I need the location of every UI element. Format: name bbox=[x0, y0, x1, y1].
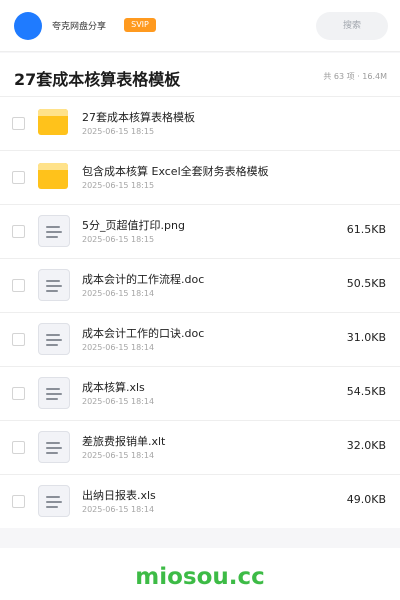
file-list: 27套成本核算表格模板 2025-06-15 18:15 包含成本核算 Exce… bbox=[0, 96, 400, 528]
file-name: 包含成本核算 Excel全套财务表格模板 bbox=[82, 165, 269, 178]
list-item[interactable]: 成本会计的工作流程.doc 2025-06-15 18:14 50.5KB bbox=[0, 258, 400, 312]
file-size: 49.0KB bbox=[346, 493, 386, 506]
checkbox[interactable] bbox=[12, 117, 25, 130]
list-item[interactable]: 5分_页超值打印.png 2025-06-15 18:15 61.5KB bbox=[0, 204, 400, 258]
file-name: 出纳日报表.xls bbox=[82, 489, 156, 502]
avatar[interactable] bbox=[14, 12, 42, 40]
file-icon bbox=[38, 431, 70, 463]
item-count: 共 63 项 · 16.4M bbox=[323, 72, 387, 81]
file-size: 50.5KB bbox=[346, 277, 386, 290]
file-date: 2025-06-15 18:15 bbox=[82, 181, 155, 190]
watermark-text: miosou.cc bbox=[135, 564, 265, 590]
file-icon bbox=[38, 323, 70, 355]
list-item[interactable]: 27套成本核算表格模板 2025-06-15 18:15 bbox=[0, 96, 400, 150]
svip-badge[interactable]: SVIP bbox=[124, 18, 156, 32]
file-date: 2025-06-15 18:14 bbox=[82, 343, 155, 352]
file-date: 2025-06-15 18:15 bbox=[82, 235, 155, 244]
file-date: 2025-06-15 18:14 bbox=[82, 397, 155, 406]
checkbox[interactable] bbox=[12, 333, 25, 346]
search-input[interactable] bbox=[316, 12, 388, 40]
file-icon bbox=[38, 485, 70, 517]
file-date: 2025-06-15 18:14 bbox=[82, 451, 155, 460]
file-date: 2025-06-15 18:14 bbox=[82, 289, 155, 298]
list-item[interactable]: 差旅费报销单.xlt 2025-06-15 18:14 32.0KB bbox=[0, 420, 400, 474]
list-item[interactable]: 成本会计工作的口诀.doc 2025-06-15 18:14 31.0KB bbox=[0, 312, 400, 366]
file-name: 5分_页超值打印.png bbox=[82, 219, 185, 232]
list-item[interactable]: 成本核算.xls 2025-06-15 18:14 54.5KB bbox=[0, 366, 400, 420]
footer: miosou.cc bbox=[0, 548, 400, 600]
list-item[interactable]: 包含成本核算 Excel全套财务表格模板 2025-06-15 18:15 bbox=[0, 150, 400, 204]
file-date: 2025-06-15 18:14 bbox=[82, 505, 155, 514]
list-item[interactable]: 出纳日报表.xls 2025-06-15 18:14 49.0KB bbox=[0, 474, 400, 528]
file-date: 2025-06-15 18:15 bbox=[82, 127, 155, 136]
file-icon bbox=[38, 377, 70, 409]
file-size: 61.5KB bbox=[346, 223, 386, 236]
page-title: 27套成本核算表格模板 bbox=[14, 70, 181, 89]
checkbox[interactable] bbox=[12, 171, 25, 184]
checkbox[interactable] bbox=[12, 495, 25, 508]
file-icon bbox=[38, 215, 70, 247]
folder-icon bbox=[38, 161, 70, 193]
file-name: 成本会计工作的口诀.doc bbox=[82, 327, 205, 340]
folder-icon bbox=[38, 107, 70, 139]
title-bar: 27套成本核算表格模板 共 63 项 · 16.4M bbox=[0, 53, 400, 97]
top-bar: 夸克网盘分享 SVIP bbox=[0, 0, 400, 52]
file-size: 31.0KB bbox=[346, 331, 386, 344]
checkbox[interactable] bbox=[12, 279, 25, 292]
site-name: 夸克网盘分享 bbox=[52, 22, 107, 32]
checkbox[interactable] bbox=[12, 225, 25, 238]
file-name: 成本会计的工作流程.doc bbox=[82, 273, 205, 286]
file-name: 27套成本核算表格模板 bbox=[82, 111, 195, 124]
file-icon bbox=[38, 269, 70, 301]
file-size: 32.0KB bbox=[346, 439, 386, 452]
file-size: 54.5KB bbox=[346, 385, 386, 398]
checkbox[interactable] bbox=[12, 387, 25, 400]
checkbox[interactable] bbox=[12, 441, 25, 454]
file-name: 成本核算.xls bbox=[82, 381, 145, 394]
file-name: 差旅费报销单.xlt bbox=[82, 435, 166, 448]
